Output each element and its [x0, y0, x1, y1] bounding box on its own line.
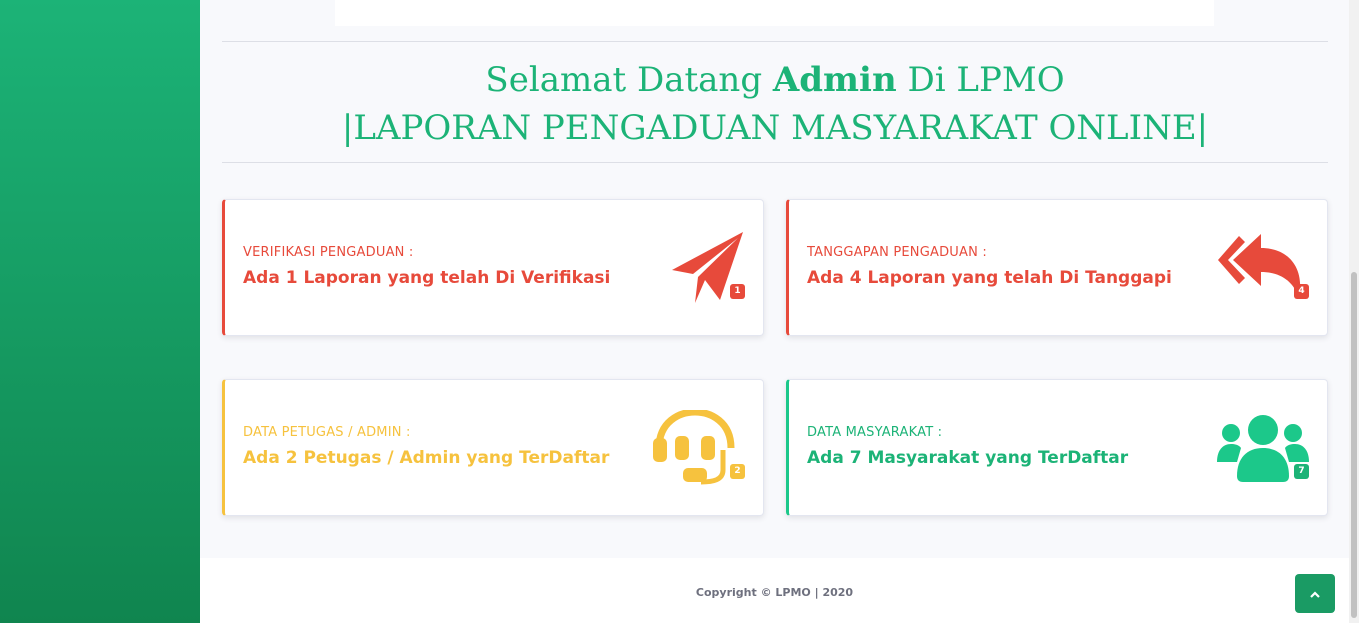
welcome-text: Selamat Datang [485, 60, 773, 100]
card-label: DATA MASYARAKAT : [807, 425, 943, 440]
scrollbar-thumb[interactable] [1351, 272, 1357, 618]
chevron-up-icon [1310, 591, 1320, 598]
count-badge: 7 [1294, 464, 1309, 479]
top-card [335, 0, 1214, 26]
count-badge: 4 [1294, 284, 1309, 299]
card-masyarakat[interactable]: DATA MASYARAKAT : Ada 7 Masyarakat yang … [786, 379, 1328, 516]
card-verifikasi[interactable]: VERIFIKASI PENGADUAN : Ada 1 Laporan yan… [222, 199, 764, 336]
welcome-admin: Admin [772, 60, 897, 100]
count-badge: 2 [730, 464, 745, 479]
card-value: Ada 7 Masyarakat yang TerDaftar [807, 448, 1129, 468]
card-tanggapan[interactable]: TANGGAPAN PENGADUAN : Ada 4 Laporan yang… [786, 199, 1328, 336]
card-label: VERIFIKASI PENGADUAN : [243, 245, 414, 260]
count-badge: 1 [730, 284, 745, 299]
copyright-text: Copyright © LPMO | 2020 [695, 586, 854, 599]
sidebar [0, 0, 200, 623]
welcome-heading: Selamat Datang Admin Di LPMO |LAPORAN PE… [222, 56, 1328, 152]
welcome-line-1: Selamat Datang Admin Di LPMO [222, 56, 1328, 104]
card-petugas[interactable]: DATA PETUGAS / ADMIN : Ada 2 Petugas / A… [222, 379, 764, 516]
card-value: Ada 4 Laporan yang telah Di Tanggapi [807, 268, 1172, 288]
card-label: DATA PETUGAS / ADMIN : [243, 425, 411, 440]
scroll-to-top-button[interactable] [1295, 574, 1335, 613]
card-value: Ada 1 Laporan yang telah Di Verifikasi [243, 268, 611, 288]
divider [222, 162, 1328, 163]
footer: Copyright © LPMO | 2020 [200, 558, 1349, 623]
welcome-suffix: Di LPMO [896, 60, 1065, 100]
card-value: Ada 2 Petugas / Admin yang TerDaftar [243, 448, 610, 468]
scrollbar[interactable] [1349, 0, 1359, 623]
divider [222, 41, 1328, 42]
welcome-line-2: |LAPORAN PENGADUAN MASYARAKAT ONLINE| [341, 108, 1209, 148]
card-label: TANGGAPAN PENGADUAN : [807, 245, 987, 260]
main-content: Selamat Datang Admin Di LPMO |LAPORAN PE… [200, 0, 1349, 558]
